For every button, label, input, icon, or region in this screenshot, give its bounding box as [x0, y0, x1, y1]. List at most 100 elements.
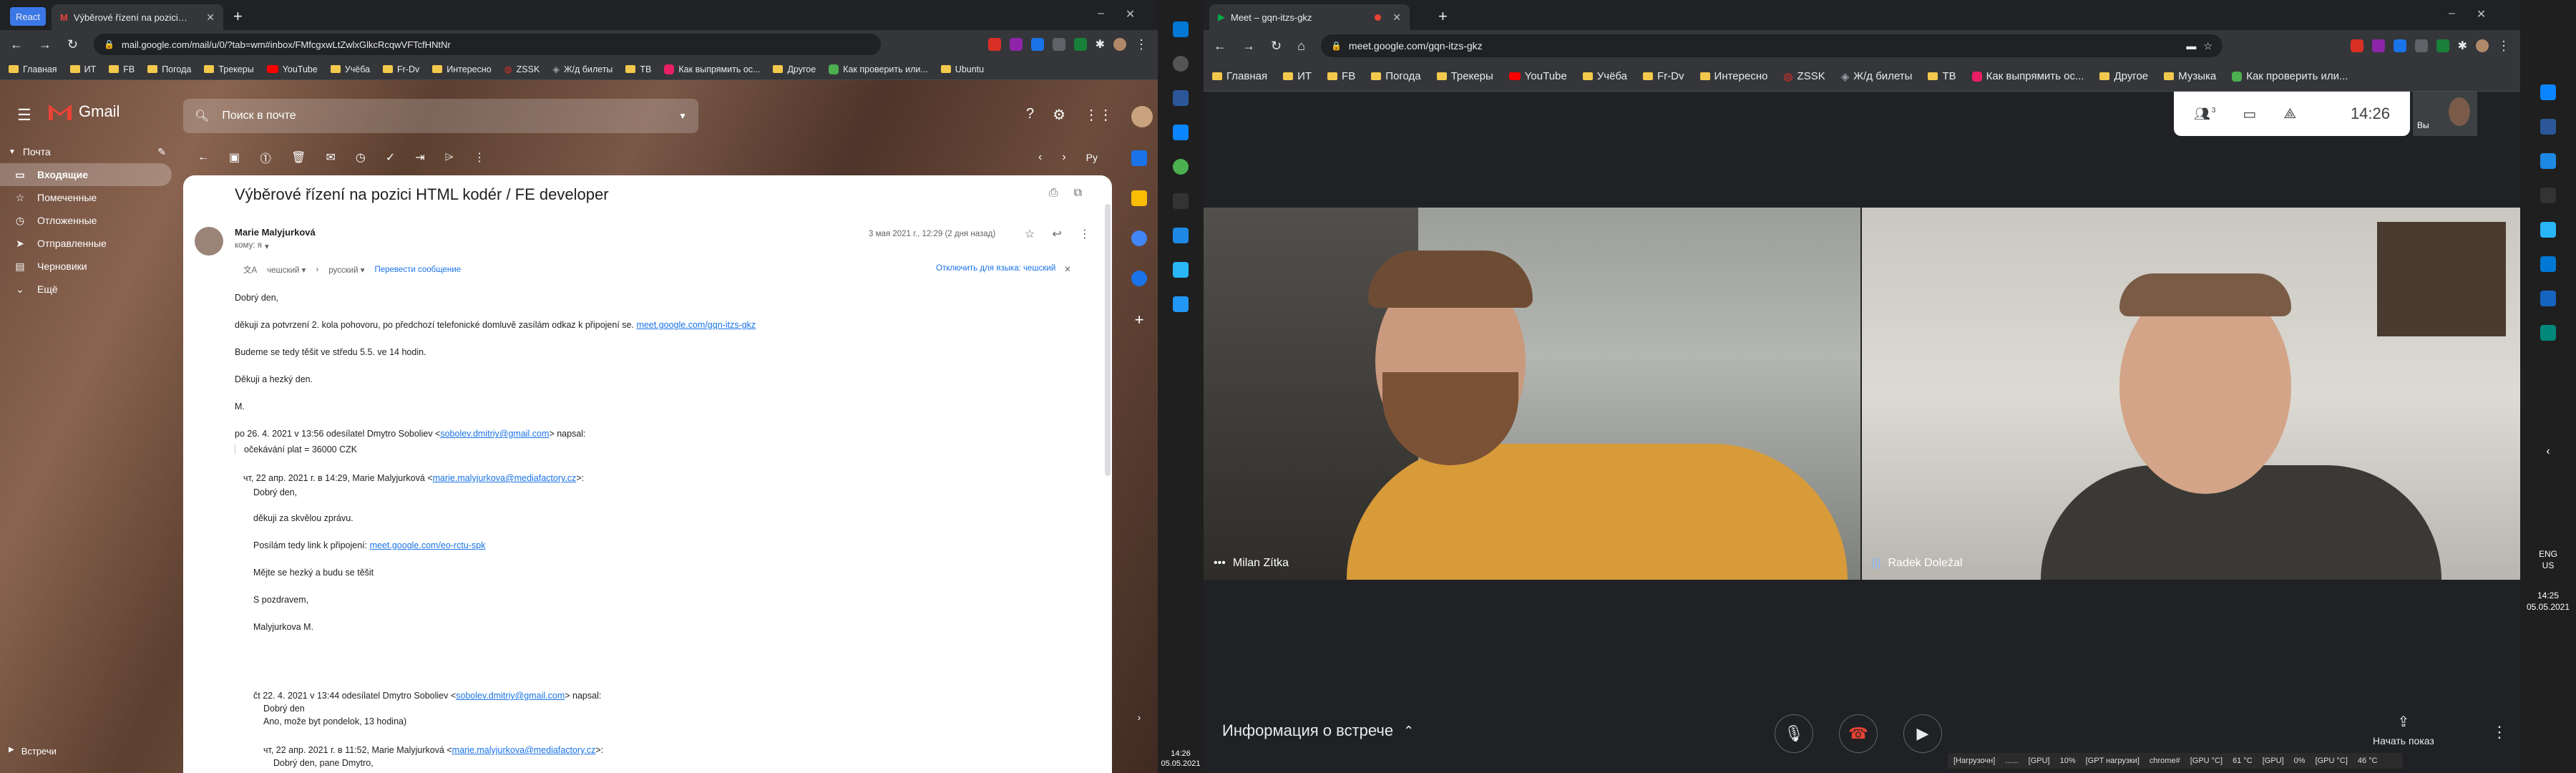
delete-icon[interactable]: 🗑︎	[291, 150, 306, 165]
expand-panel-icon[interactable]: ›	[1138, 711, 1141, 723]
email-link[interactable]: marie.malyjurkova@mediafactory.cz	[452, 745, 596, 755]
bookmark[interactable]: FB	[1327, 70, 1355, 82]
extension-icon[interactable]	[1052, 38, 1065, 51]
disable-translate-link[interactable]: Отключить для языка: чешский	[936, 264, 1055, 274]
app-icon[interactable]	[2540, 84, 2556, 100]
back-icon[interactable]: ←	[1214, 39, 1226, 54]
contacts-icon[interactable]	[1131, 271, 1147, 286]
taskbar-clock[interactable]: 14:26 05.05.2021	[1158, 749, 1204, 769]
email-link[interactable]: sobolev.dmitriy@gmail.com	[456, 691, 565, 701]
sidebar-item-sent[interactable]: ➤ Отправленные	[0, 232, 172, 255]
puzzle-icon[interactable]: ✱	[2458, 39, 2467, 53]
leave-call-button[interactable]: ☎	[1839, 714, 1878, 753]
bookmark[interactable]: Как выпрямить ос...	[1971, 70, 2084, 82]
extension-icon[interactable]	[2350, 39, 2363, 52]
meet-link[interactable]: meet.google.com/eo-rctu-spk	[370, 540, 486, 550]
back-icon[interactable]: ←	[10, 37, 23, 52]
new-tab-icon[interactable]: +	[233, 9, 243, 24]
print-icon[interactable]: ⎙	[1049, 187, 1058, 200]
bookmark[interactable]: Трекеры	[1436, 70, 1493, 82]
microphone-button[interactable]: 🎙︎	[1775, 714, 1813, 753]
settings-gear-icon[interactable]: ⚙	[1053, 106, 1065, 127]
bookmark[interactable]: Погода	[147, 64, 191, 74]
self-view-tile[interactable]: Вы	[2413, 92, 2477, 136]
tray-expand-icon[interactable]: ‹	[2546, 445, 2550, 458]
bookmark[interactable]: ИТ	[69, 64, 96, 74]
move-to-icon[interactable]: ⇥	[415, 150, 424, 165]
home-icon[interactable]: ⌂	[1297, 39, 1305, 54]
sidebar-item-starred[interactable]: ☆ Помеченные	[0, 186, 172, 209]
skype-icon[interactable]	[1173, 228, 1189, 243]
search-icon[interactable]	[1173, 56, 1189, 72]
chrome-icon[interactable]	[1173, 159, 1189, 175]
bookmark[interactable]: TB	[1928, 70, 1956, 82]
bookmark[interactable]: Как выпрямить ос...	[664, 64, 760, 74]
email-link[interactable]: marie.malyjurkova@mediafactory.cz	[433, 473, 577, 483]
extension-icon[interactable]	[1009, 38, 1023, 51]
calendar-icon[interactable]	[1131, 150, 1147, 166]
extension-icon[interactable]	[2436, 39, 2449, 52]
tab-gmail[interactable]: M Výběrové řízení na pozici HTML ✕	[52, 4, 223, 30]
reload-icon[interactable]: ↻	[67, 37, 78, 52]
bookmark[interactable]: Другое	[773, 64, 816, 74]
more-options-icon[interactable]: ⋮	[2492, 723, 2507, 742]
sidebar-item-inbox[interactable]: ▭ Входящие	[0, 163, 172, 186]
keep-icon[interactable]	[1131, 190, 1147, 206]
open-new-window-icon[interactable]: ⧉	[1074, 187, 1082, 200]
skype-icon[interactable]	[2540, 153, 2556, 169]
tab-meet[interactable]: ▶ Meet – gqn-itzs-gkz ✕	[1209, 4, 1410, 30]
bookmark[interactable]: Fr-Dv	[383, 64, 419, 74]
participant-tile[interactable]: ••• Milan Zítka	[1204, 208, 1860, 580]
sidebar-item-snoozed[interactable]: ◷ Отложенные	[0, 209, 172, 232]
reload-icon[interactable]: ↻	[1271, 39, 1282, 54]
bookmark[interactable]: YouTube	[1508, 70, 1567, 82]
bookmark[interactable]: ◈ Ж/д билеты	[552, 64, 613, 75]
star-icon[interactable]: ☆	[1025, 227, 1035, 241]
tab-react[interactable]: React	[10, 7, 46, 26]
sidebar-meet-section[interactable]: ▶ Встречи	[9, 746, 57, 757]
outlook-icon[interactable]	[2540, 256, 2556, 272]
bookmark[interactable]: Другое	[2099, 70, 2148, 82]
bookmark[interactable]: Ubuntu	[940, 64, 984, 74]
help-icon[interactable]: ?	[1026, 106, 1034, 127]
bookmark[interactable]: FB	[109, 64, 135, 74]
word-icon[interactable]	[2540, 119, 2556, 135]
extension-icon[interactable]	[1030, 38, 1044, 51]
apps-grid-icon[interactable]: ⋮⋮	[1084, 106, 1113, 127]
bookmark[interactable]: ◍ ZSSK	[1783, 70, 1825, 83]
gmail-search[interactable]: 🔍︎ Поиск в почте ▼	[183, 99, 698, 133]
bookmark[interactable]: Интересно	[1699, 70, 1767, 82]
activities-icon[interactable]: ⟁	[2283, 106, 2296, 122]
telegram-icon[interactable]	[2540, 222, 2556, 238]
bookmark[interactable]: ◍ ZSSK	[504, 64, 540, 75]
forward-icon[interactable]: →	[1242, 39, 1255, 54]
close-window-icon[interactable]: ✕	[1126, 7, 1135, 21]
label-icon[interactable]: ⌲	[445, 151, 454, 164]
new-tab-icon[interactable]: +	[1438, 9, 1448, 24]
hamburger-menu-icon[interactable]: ☰	[17, 106, 31, 125]
bookmark[interactable]: Учёба	[1582, 70, 1627, 82]
close-icon[interactable]: ✕	[1392, 11, 1401, 24]
app-icon[interactable]	[2540, 188, 2556, 203]
menu-dots-icon[interactable]: ⋮	[1135, 37, 1148, 52]
participant-tile[interactable]: ||| Radek Doležal	[1862, 208, 2520, 580]
language-indicator[interactable]: ENG US	[2539, 548, 2557, 571]
bookmark[interactable]: Fr-Dv	[1643, 70, 1684, 82]
close-icon[interactable]: ✕	[1064, 264, 1071, 274]
extension-icon[interactable]	[2393, 39, 2406, 52]
bookmark[interactable]: TB	[625, 64, 651, 74]
bookmark[interactable]: Главная	[9, 64, 57, 74]
address-bar[interactable]: 🔒 meet.google.com/gqn-itzs-gkz ▬ ☆	[1320, 34, 2223, 57]
add-task-icon[interactable]: ✓	[386, 150, 395, 165]
sidebar-mail-header[interactable]: ▼ Почта ✎	[0, 140, 180, 163]
telegram-icon[interactable]	[1173, 262, 1189, 278]
puzzle-icon[interactable]: ✱	[1096, 37, 1105, 52]
bookmark[interactable]: ИТ	[1283, 70, 1312, 82]
search-icon[interactable]: 🔍︎	[195, 109, 209, 123]
vscode-icon[interactable]	[1173, 296, 1189, 312]
close-window-icon[interactable]: ✕	[2477, 7, 2486, 21]
outlook-icon[interactable]	[1173, 90, 1189, 106]
sidebar-item-more[interactable]: ⌄ Ещё	[0, 278, 172, 301]
meeting-details-button[interactable]: Информация о встрече ⌃	[1222, 721, 1414, 740]
source-language-select[interactable]: чешский ▾	[267, 265, 306, 275]
